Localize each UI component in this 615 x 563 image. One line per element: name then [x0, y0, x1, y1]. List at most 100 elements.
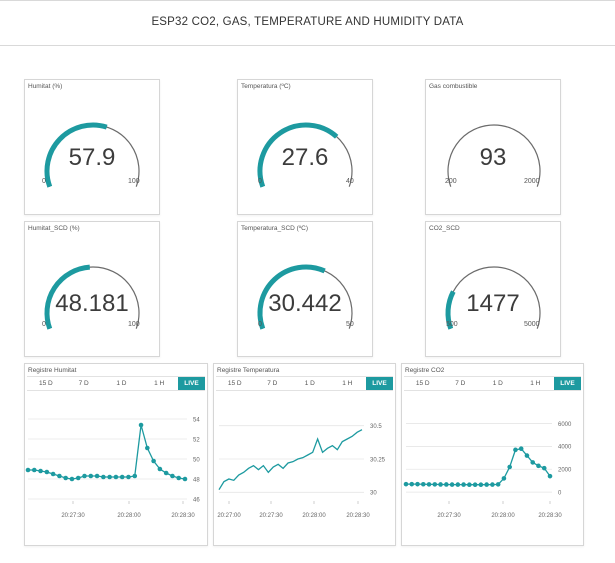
- gauge-min: 500: [446, 321, 458, 328]
- series-line: [28, 424, 186, 480]
- data-point: [518, 446, 524, 452]
- data-point: [524, 453, 530, 458]
- gauge-card-humitat-scd: Humitat_SCD (%) 48.181 0 100: [24, 221, 160, 357]
- data-point: [157, 466, 163, 472]
- data-point: [57, 473, 62, 479]
- y-tick-label: 30: [370, 491, 377, 497]
- data-point: [151, 458, 156, 464]
- gauge-max: 5000: [524, 321, 540, 328]
- x-tick-label: 20:28:30: [538, 513, 562, 519]
- y-tick-label: 30.25: [370, 457, 386, 463]
- data-point: [138, 422, 144, 428]
- y-tick-label: 54: [193, 417, 200, 423]
- x-tick-label: 20:27:00: [217, 513, 241, 519]
- data-point: [403, 481, 409, 487]
- data-point: [176, 475, 182, 481]
- data-point: [94, 473, 100, 479]
- y-tick-label: 50: [193, 457, 200, 463]
- data-point: [82, 473, 87, 479]
- y-tick-label: 30.5: [370, 424, 382, 430]
- data-point: [472, 482, 478, 488]
- gauge-value: 57.9: [68, 144, 116, 171]
- gauge-value: 93: [479, 144, 507, 171]
- data-point: [163, 470, 169, 476]
- x-tick-label: 20:28:00: [491, 513, 515, 519]
- data-point: [478, 482, 484, 488]
- gauge-max: 2000: [524, 178, 540, 185]
- gauge-value: 30.442: [268, 290, 342, 317]
- data-point: [38, 468, 43, 474]
- gauge-max: 50: [346, 321, 354, 328]
- data-point: [455, 482, 461, 487]
- data-point: [420, 481, 426, 487]
- y-tick-label: 0: [558, 490, 562, 496]
- page-title: ESP32 CO2, GAS, TEMPERATURE AND HUMIDITY…: [151, 16, 464, 28]
- gauge-min: 0: [42, 321, 46, 328]
- data-point: [501, 476, 507, 481]
- data-point: [536, 463, 541, 469]
- data-point: [449, 482, 455, 487]
- data-point: [444, 482, 449, 487]
- data-point: [25, 467, 31, 473]
- gauge-card-co2-scd: CO2_SCD 1477 500 5000: [425, 221, 561, 357]
- data-point: [107, 474, 112, 480]
- x-tick-label: 20:28:00: [117, 513, 141, 519]
- data-point: [132, 473, 138, 479]
- data-point: [145, 445, 150, 451]
- chart-card-humitat: Registre Humitat 15 D 7 D 1 D 1 H LIVE 5…: [24, 363, 208, 546]
- gauge-max: 100: [128, 321, 140, 328]
- x-tick-label: 20:28:30: [346, 513, 370, 519]
- data-point: [513, 447, 518, 453]
- data-point: [170, 473, 175, 479]
- data-point: [547, 473, 553, 479]
- gauge-value: 48.181: [55, 290, 129, 317]
- gauge-value: 1477: [466, 290, 520, 317]
- gauge-value: 27.6: [281, 144, 329, 171]
- data-point: [541, 465, 547, 471]
- gauge-card-temperatura: Temperatura (ºC) 27.6 0 40: [237, 79, 373, 215]
- data-point: [101, 474, 106, 480]
- line-chart: 6000 4000 2000 0 20:27:30 20:28:00 20:28:30: [403, 422, 572, 519]
- data-point: [126, 474, 131, 480]
- data-point: [438, 482, 443, 487]
- data-point: [530, 460, 536, 465]
- data-point: [31, 467, 37, 473]
- data-point: [415, 481, 420, 487]
- gauge-card-temperatura-scd: Temperatura_SCD (ºC) 30.442 0 50: [237, 221, 373, 357]
- y-tick-label: 4000: [558, 445, 572, 451]
- data-point: [88, 473, 94, 479]
- line-chart: 30.5 30.25 30 20:27:00 20:27:30 20:28:00 20:28…: [217, 424, 386, 519]
- x-tick-label: 20:28:00: [302, 513, 326, 519]
- series-line: [218, 429, 363, 491]
- data-point: [467, 482, 472, 488]
- data-point: [44, 469, 50, 475]
- chart-card-co2: Registre CO2 15 D 7 D 1 D 1 H LIVE 6000 4…: [401, 363, 584, 546]
- data-point: [432, 482, 438, 487]
- chart-card-temperatura: Registre Temperatura 15 D 7 D 1 D 1 H LI…: [213, 363, 396, 546]
- gauge-min: 0: [42, 178, 46, 185]
- data-point: [490, 482, 495, 487]
- gauge-card-gas: Gas combustible 93 200 2000: [425, 79, 561, 215]
- line-chart: 54 52 50 48 46 20:27:30 20:28:00 20:28:30: [25, 417, 200, 519]
- data-point: [75, 475, 81, 481]
- x-tick-label: 20:27:30: [437, 513, 461, 519]
- gauge-min: 0: [258, 321, 262, 328]
- gauge-min: 200: [445, 178, 457, 185]
- data-point: [182, 476, 188, 482]
- y-tick-label: 52: [193, 437, 200, 443]
- data-point: [461, 482, 466, 487]
- data-point: [50, 471, 56, 477]
- data-point: [409, 481, 415, 487]
- y-tick-label: 6000: [558, 422, 572, 428]
- gauge-min: 0: [258, 178, 262, 185]
- gauge-max: 100: [128, 178, 140, 185]
- data-point: [426, 482, 432, 487]
- y-tick-label: 46: [193, 497, 200, 503]
- y-tick-label: 2000: [558, 468, 572, 474]
- y-tick-label: 48: [193, 477, 200, 483]
- data-point: [484, 482, 489, 487]
- data-point: [495, 482, 501, 487]
- x-tick-label: 20:28:30: [171, 513, 195, 519]
- data-point: [63, 475, 68, 481]
- x-tick-label: 20:27:30: [259, 513, 283, 519]
